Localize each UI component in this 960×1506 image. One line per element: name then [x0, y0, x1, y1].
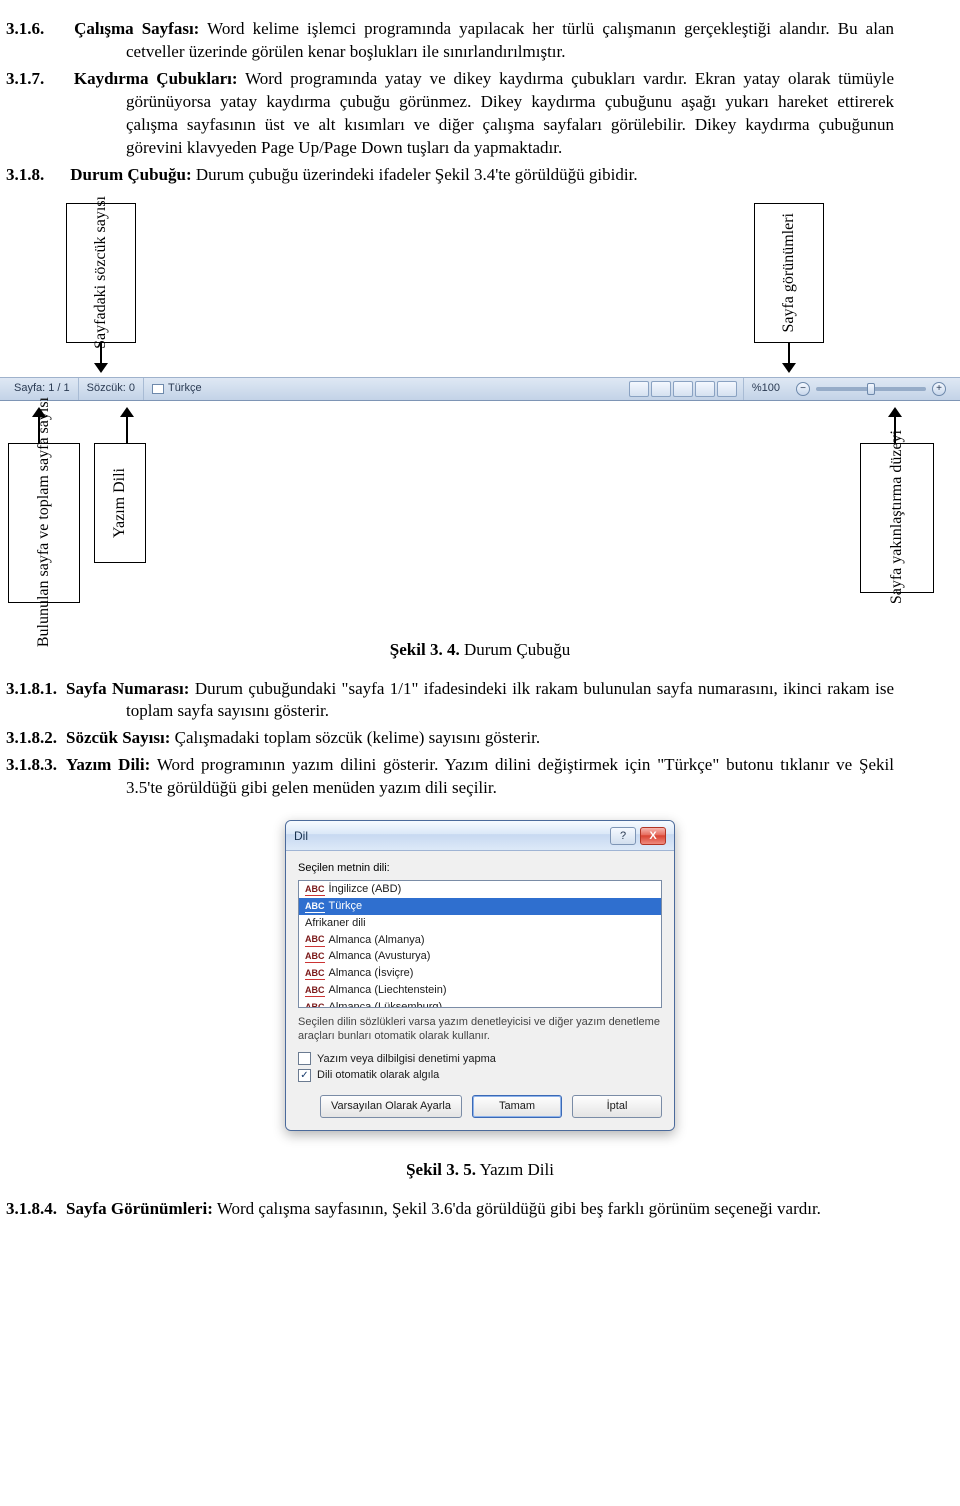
section-3184: 3.1.8.4.Sayfa Görünümleri: Word çalışma … [66, 1198, 894, 1221]
dialog-button-row: Varsayılan Olarak Ayarla Tamam İptal [298, 1095, 662, 1118]
arrow-up-icon [120, 407, 134, 443]
list-item[interactable]: ABCAlmanca (İsviçre) [299, 965, 661, 982]
statusbar-zoom-slider: − + [788, 382, 954, 396]
section-text: Word çalışma sayfasının, Şekil 3.6'da gö… [217, 1199, 821, 1218]
section-title: Sayfa Numarası: [66, 679, 189, 698]
dialog-list-label: Seçilen metnin dili: [298, 861, 662, 876]
section-3183: 3.1.8.3.Yazım Dili: Word programının yaz… [66, 754, 894, 800]
dialog-help-button[interactable]: ? [610, 827, 636, 845]
spellcheck-icon: ABC [305, 883, 325, 896]
statusbar-zoom-pct[interactable]: %100 [743, 378, 788, 400]
checkbox-icon: ✓ [298, 1069, 311, 1082]
callouts-bottom-row: Bulunulan sayfa ve toplam sayfa sayısı Y… [66, 411, 894, 611]
section-title: Sayfa Görünümleri: [66, 1199, 213, 1218]
callout-page-views: Sayfa görünümleri [754, 203, 824, 343]
statusbar-view-buttons [623, 381, 743, 397]
spellcheck-icon: ABC [305, 950, 325, 963]
statusbar: Sayfa: 1 / 1 Sözcük: 0 Türkçe %100 − + [0, 377, 960, 401]
ok-button[interactable]: Tamam [472, 1095, 562, 1118]
checkbox-icon [298, 1052, 311, 1065]
list-item[interactable]: ABCİngilizce (ABD) [299, 881, 661, 898]
section-text: Word programının yazım dilini gösterir. … [126, 755, 894, 797]
language-dialog-figure: Dil ? X Seçilen metnin dili: ABCİngilizc… [66, 820, 894, 1131]
arrow-down-icon [782, 343, 796, 373]
figure-34-caption: Şekil 3. 4. Durum Çubuğu [66, 639, 894, 662]
list-item[interactable]: ABCTürkçe [299, 898, 661, 915]
callout-page-number: Bulunulan sayfa ve toplam sayfa sayısı [8, 443, 80, 603]
statusbar-word-count[interactable]: Sözcük: 0 [79, 378, 144, 400]
dialog-titlebar: Dil ? X [286, 821, 674, 851]
spellcheck-icon: ABC [305, 900, 325, 913]
section-318: 3.1.8. Durum Çubuğu: Durum çubuğu üzerin… [66, 164, 894, 187]
list-item[interactable]: ABCAlmanca (Liechtenstein) [299, 982, 661, 999]
list-item[interactable]: ABCAlmanca (Lüksemburg) [299, 999, 661, 1008]
dialog-title: Dil [294, 828, 610, 844]
set-default-button[interactable]: Varsayılan Olarak Ayarla [320, 1095, 462, 1118]
cancel-button[interactable]: İptal [572, 1095, 662, 1118]
statusbar-language[interactable]: Türkçe [144, 378, 210, 400]
zoom-thumb[interactable] [867, 383, 875, 395]
list-item[interactable]: ABCAlmanca (Almanya) [299, 932, 661, 949]
section-text: Çalışmadaki toplam sözcük (kelime) sayıs… [175, 728, 540, 747]
language-listbox[interactable]: ABCİngilizce (ABD) ABCTürkçe Afrikaner d… [298, 880, 662, 1008]
zoom-in-button[interactable]: + [932, 382, 946, 396]
section-title: Yazım Dili: [66, 755, 150, 774]
list-item[interactable]: Afrikaner dili [299, 915, 661, 932]
callout-language: Yazım Dili [94, 443, 146, 563]
view-print-layout-button[interactable] [629, 381, 649, 397]
section-title: Çalışma Sayfası: [74, 19, 199, 38]
section-text: Durum çubuğu üzerindeki ifadeler Şekil 3… [196, 165, 638, 184]
section-text: Word kelime işlemci programında yapılaca… [126, 19, 894, 61]
section-title: Sözcük Sayısı: [66, 728, 170, 747]
section-title: Kaydırma Çubukları: [74, 69, 238, 88]
arrow-down-icon [94, 343, 108, 373]
section-316: 3.1.6. Çalışma Sayfası: Word kelime işle… [66, 18, 894, 64]
view-fullscreen-button[interactable] [651, 381, 671, 397]
spellcheck-icon: ABC [305, 1001, 325, 1008]
checkbox-auto-detect[interactable]: ✓ Dili otomatik olarak algıla [298, 1068, 662, 1083]
spellcheck-icon: ABC [305, 933, 325, 946]
dialog-close-button[interactable]: X [640, 827, 666, 845]
language-dialog: Dil ? X Seçilen metnin dili: ABCİngilizc… [285, 820, 675, 1131]
dialog-body: Seçilen metnin dili: ABCİngilizce (ABD) … [286, 851, 674, 1130]
callout-word-count: Sayfadaki sözcük sayısı [66, 203, 136, 343]
view-web-layout-button[interactable] [673, 381, 693, 397]
view-draft-button[interactable] [717, 381, 737, 397]
section-text: Durum çubuğundaki "sayfa 1/1" ifadesinde… [126, 679, 894, 721]
section-3181: 3.1.8.1.Sayfa Numarası: Durum çubuğundak… [66, 678, 894, 724]
view-outline-button[interactable] [695, 381, 715, 397]
spellcheck-icon: ABC [305, 967, 325, 980]
section-317: 3.1.7. Kaydırma Çubukları: Word programı… [66, 68, 894, 160]
checkbox-no-proofing[interactable]: Yazım veya dilbilgisi denetimi yapma [298, 1052, 662, 1067]
list-item[interactable]: ABCAlmanca (Avusturya) [299, 948, 661, 965]
section-title: Durum Çubuğu: [70, 165, 191, 184]
section-text: Word programında yatay ve dikey kaydırma… [126, 69, 894, 157]
spellcheck-icon: ABC [305, 984, 325, 997]
callouts-top-row: Sayfadaki sözcük sayısı Sayfa görünümler… [66, 203, 894, 373]
zoom-out-button[interactable]: − [796, 382, 810, 396]
section-3182: 3.1.8.2.Sözcük Sayısı: Çalışmadaki topla… [66, 727, 894, 750]
callout-zoom-level: Sayfa yakınlaştırma düzeyi [860, 443, 934, 593]
figure-35-caption: Şekil 3. 5. Yazım Dili [66, 1159, 894, 1182]
dialog-note: Seçilen dilin sözlükleri varsa yazım den… [298, 1016, 662, 1044]
zoom-track[interactable] [816, 387, 926, 391]
book-icon [152, 384, 164, 394]
statusbar-figure: Sayfa: 1 / 1 Sözcük: 0 Türkçe %100 − + [0, 377, 960, 411]
